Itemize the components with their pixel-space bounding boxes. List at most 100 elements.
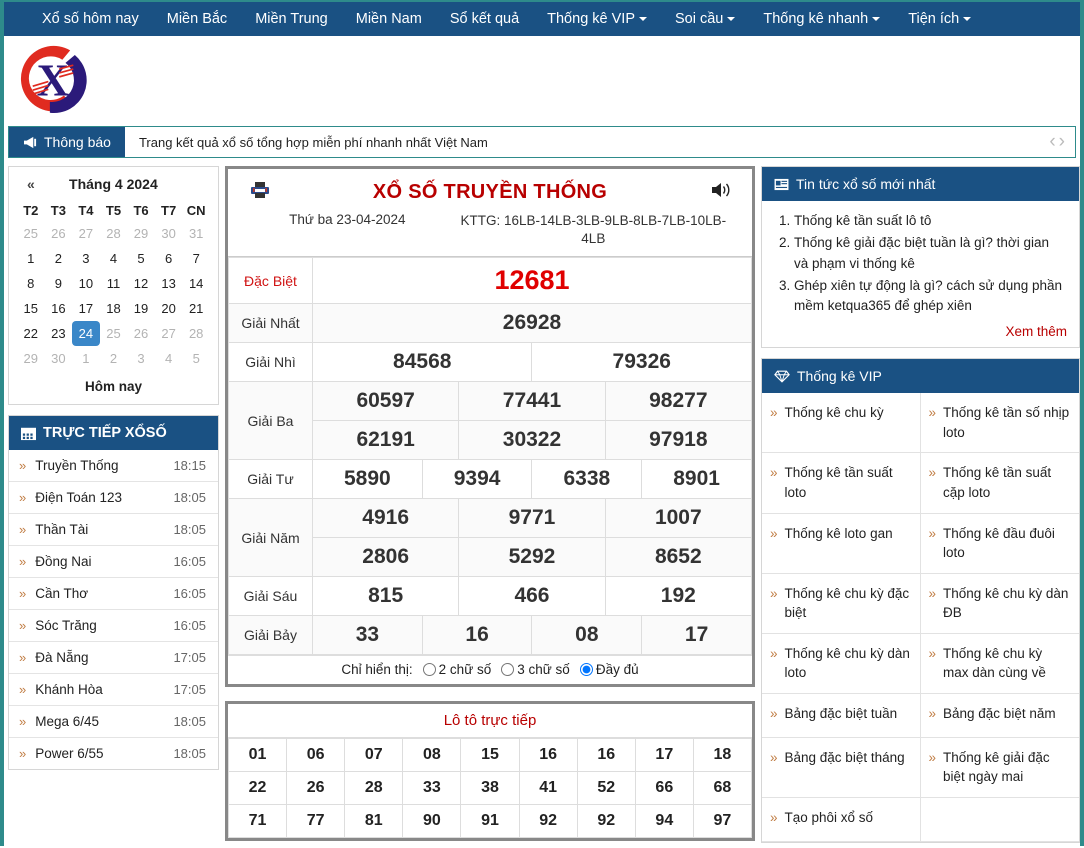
site-logo-icon[interactable]: X [14, 40, 92, 120]
nav-item-8[interactable]: Tiện ích [894, 2, 985, 36]
link-item[interactable]: » Thống kê đầu đuôi loto [920, 514, 1079, 574]
notice-nav-arrows[interactable]: ‹ › [1039, 127, 1075, 157]
news-list: Thống kê tần suất lô tôThống kê giải đặc… [774, 211, 1067, 316]
link-item[interactable]: » Thống kê chu kỳ max dàn cùng về [920, 634, 1079, 694]
calendar-day[interactable]: 22 [17, 321, 45, 346]
digit-filter-radio[interactable] [422, 663, 436, 677]
live-lottery-item[interactable]: » Khánh Hòa 17:05 [9, 674, 218, 706]
nav-item-4[interactable]: Sổ kết quả [436, 2, 533, 36]
calendar-prev-icon[interactable]: « [17, 176, 45, 192]
live-lottery-item[interactable]: » Sóc Trăng 16:05 [9, 610, 218, 642]
link-item[interactable]: » Thống kê chu kỳ đặc biệt [762, 573, 921, 634]
link-item[interactable]: » Thống kê tần suất cặp loto [920, 453, 1079, 514]
news-item[interactable]: Thống kê tần suất lô tô [794, 211, 1067, 231]
nav-item-1[interactable]: Miền Bắc [153, 2, 241, 36]
calendar-day[interactable]: 28 [182, 321, 210, 346]
calendar-day[interactable]: 13 [155, 271, 183, 296]
notice-label-text: Thông báo [44, 134, 111, 150]
digit-filter-radio[interactable] [579, 663, 593, 677]
calendar-day[interactable]: 25 [100, 321, 128, 346]
live-lottery-item[interactable]: » Đà Nẵng 17:05 [9, 642, 218, 674]
calendar-day[interactable]: 9 [45, 271, 73, 296]
digit-filter-option-1[interactable]: 3 chữ số [495, 662, 570, 677]
link-item[interactable]: » Thống kê chu kỳ [762, 393, 921, 454]
sound-icon[interactable] [711, 181, 732, 199]
calendar-day[interactable]: 30 [45, 346, 73, 371]
calendar-day[interactable]: 17 [72, 296, 100, 321]
nav-item-7[interactable]: Thống kê nhanh [749, 2, 894, 36]
link-item[interactable]: » Bảng đặc biệt tháng [762, 737, 921, 798]
digit-filter-option-0[interactable]: 2 chữ số [417, 662, 491, 677]
calendar-day[interactable]: 16 [45, 296, 73, 321]
nav-item-5[interactable]: Thống kê VIP [533, 2, 661, 36]
calendar-day[interactable]: 27 [155, 321, 183, 346]
calendar-day[interactable]: 19 [127, 296, 155, 321]
link-item[interactable]: » Thống kê chu kỳ dàn loto [762, 633, 921, 694]
calendar-day[interactable]: 25 [17, 221, 45, 246]
print-icon[interactable] [250, 181, 270, 199]
live-lottery-item[interactable]: » Power 6/55 18:05 [9, 738, 218, 769]
live-lottery-item[interactable]: » Cần Thơ 16:05 [9, 578, 218, 610]
link-item[interactable]: » Tạo phôi xổ số [762, 798, 921, 842]
link-item[interactable]: » Thống kê chu kỳ dàn ĐB [920, 574, 1079, 634]
live-lottery-item[interactable]: » Truyền Thống 18:15 [9, 450, 218, 482]
live-lottery-item[interactable]: » Thần Tài 18:05 [9, 514, 218, 546]
nav-item-2[interactable]: Miền Trung [241, 2, 342, 36]
news-item[interactable]: Thống kê giải đặc biệt tuần là gì? thời … [794, 233, 1067, 274]
calendar-day[interactable]: 2 [100, 346, 128, 371]
notice-next-icon[interactable]: › [1059, 131, 1065, 153]
calendar-day[interactable]: 2 [45, 246, 73, 271]
news-item[interactable]: Ghép xiên tự động là gì? cách sử dụng ph… [794, 276, 1067, 317]
calendar-day[interactable]: 12 [127, 271, 155, 296]
calendar-day[interactable]: 31 [182, 221, 210, 246]
calendar-day[interactable]: 26 [45, 221, 73, 246]
link-item[interactable]: » Thống kê giải đặc biệt ngày mai [920, 738, 1079, 798]
digit-filter-option-2[interactable]: Đầy đủ [574, 662, 639, 677]
calendar-day[interactable]: 20 [155, 296, 183, 321]
result-row-label: Giải Sáu [228, 576, 313, 617]
calendar-day-selected[interactable]: 24 [72, 321, 100, 346]
nav-item-0[interactable]: Xổ số hôm nay [28, 2, 153, 36]
calendar-day[interactable]: 26 [127, 321, 155, 346]
calendar-day[interactable]: 1 [17, 246, 45, 271]
calendar-day[interactable]: 18 [100, 296, 128, 321]
result-header: XỔ SỐ TRUYỀN THỐNG Thứ ba 23-04-2024 KTT… [228, 169, 752, 258]
calendar-day[interactable]: 5 [127, 246, 155, 271]
calendar-day[interactable]: 21 [182, 296, 210, 321]
calendar-day[interactable]: 29 [17, 346, 45, 371]
calendar-day[interactable]: 7 [182, 246, 210, 271]
notice-prev-icon[interactable]: ‹ [1049, 131, 1055, 153]
calendar-day[interactable]: 11 [100, 271, 128, 296]
calendar-day[interactable]: 8 [17, 271, 45, 296]
link-item[interactable]: » Thống kê tần suất loto [762, 453, 921, 514]
digit-filter-radio[interactable] [501, 663, 515, 677]
news-more-link[interactable]: Xem thêm [774, 318, 1067, 339]
calendar-day[interactable]: 3 [127, 346, 155, 371]
link-item[interactable]: » Bảng đặc biệt năm [920, 694, 1079, 738]
calendar-day[interactable]: 27 [72, 221, 100, 246]
calendar-day[interactable]: 29 [127, 221, 155, 246]
link-item[interactable]: » Bảng đặc biệt tuần [762, 693, 921, 738]
calendar-day[interactable]: 28 [100, 221, 128, 246]
calendar-day[interactable]: 5 [182, 346, 210, 371]
nav-item-3[interactable]: Miền Nam [342, 2, 436, 36]
calendar-day[interactable]: 10 [72, 271, 100, 296]
calendar-day[interactable]: 23 [45, 321, 73, 346]
calendar-day[interactable]: 4 [155, 346, 183, 371]
chevron-right-icon: » [19, 618, 27, 633]
calendar-day[interactable]: 30 [155, 221, 183, 246]
calendar-day[interactable]: 1 [72, 346, 100, 371]
calendar-day[interactable]: 4 [100, 246, 128, 271]
link-item[interactable]: » Thống kê tần số nhịp loto [920, 393, 1079, 454]
calendar-day[interactable]: 3 [72, 246, 100, 271]
calendar-day[interactable]: 14 [182, 271, 210, 296]
link-item[interactable]: » Thống kê loto gan [762, 513, 921, 574]
loto-number: 01 [227, 738, 288, 773]
calendar-day[interactable]: 15 [17, 296, 45, 321]
live-lottery-item[interactable]: » Đồng Nai 16:05 [9, 546, 218, 578]
nav-item-6[interactable]: Soi cầu [661, 2, 749, 36]
calendar-day[interactable]: 6 [155, 246, 183, 271]
live-lottery-item[interactable]: » Điện Toán 123 18:05 [9, 482, 218, 514]
calendar-today-button[interactable]: Hôm nay [17, 371, 210, 396]
live-lottery-item[interactable]: » Mega 6/45 18:05 [9, 706, 218, 738]
